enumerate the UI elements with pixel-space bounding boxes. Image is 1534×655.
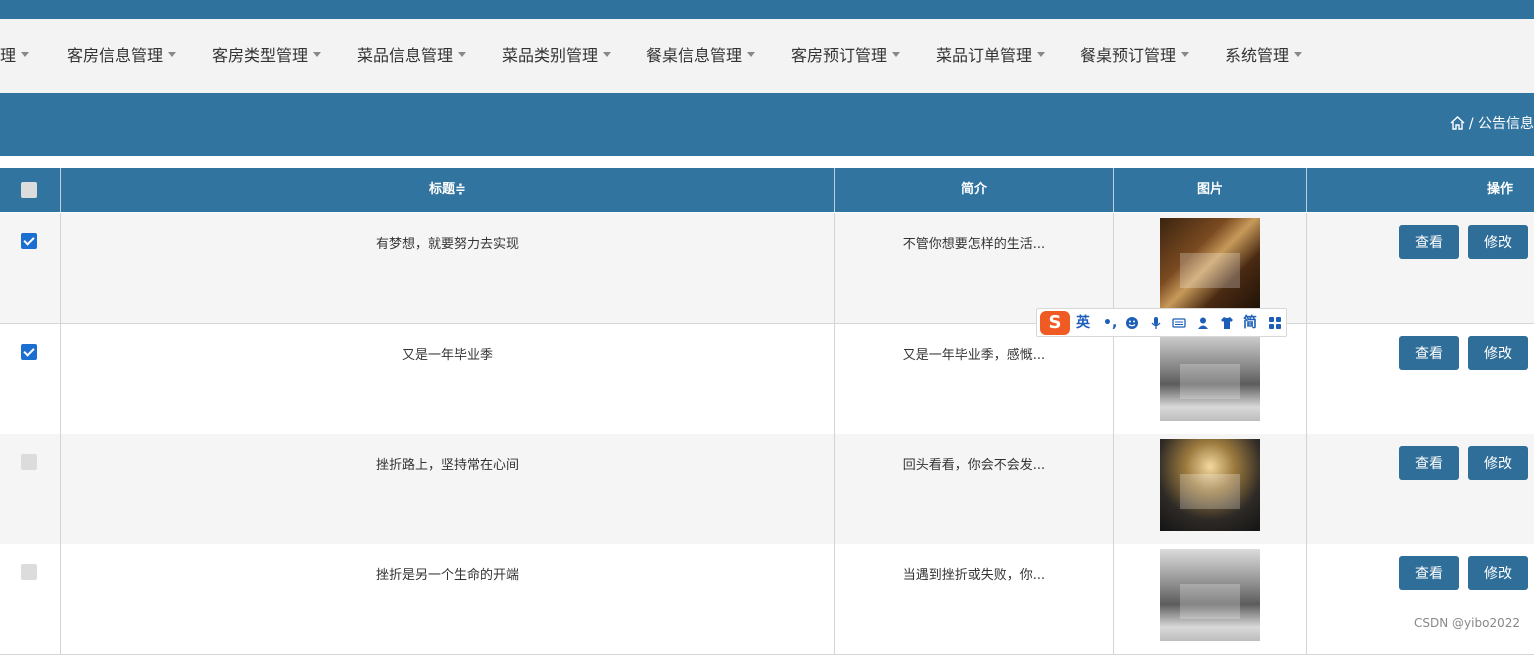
nav-item-partial[interactable]: 理 <box>0 19 30 93</box>
ime-punct-toggle[interactable]: •, <box>1103 309 1117 338</box>
keyboard-icon[interactable] <box>1172 316 1186 330</box>
row-summary: 当遇到挫折或失败，你... <box>902 568 1046 583</box>
row-checkbox[interactable] <box>21 344 37 360</box>
row-checkbox[interactable] <box>21 233 37 249</box>
edit-button[interactable]: 修改 <box>1468 336 1528 370</box>
edit-button[interactable]: 修改 <box>1468 225 1528 259</box>
caret-down-icon <box>21 52 30 57</box>
home-icon[interactable] <box>1450 116 1465 130</box>
table-header: 标题≑ 简介 图片 操作 <box>0 168 1534 212</box>
ime-lang-toggle[interactable]: 英 <box>1076 309 1090 338</box>
caret-down-icon <box>603 52 612 57</box>
header-summary: 简介 <box>960 182 987 197</box>
sort-icon: ≑ <box>455 182 466 197</box>
header-image: 图片 <box>1196 182 1223 197</box>
row-thumbnail <box>1160 329 1260 421</box>
caret-down-icon <box>1037 52 1046 57</box>
emoji-icon[interactable] <box>1125 316 1139 330</box>
caret-down-icon <box>168 52 177 57</box>
table-row: 又是一年毕业季 又是一年毕业季，感慨... 查看 修改 <box>0 324 1534 435</box>
row-title: 有梦想，就要努力去实现 <box>375 237 519 252</box>
ime-script-toggle[interactable]: 简 <box>1243 309 1257 338</box>
caret-down-icon <box>747 52 756 57</box>
edit-button[interactable]: 修改 <box>1468 446 1528 480</box>
select-all-checkbox[interactable] <box>21 182 37 198</box>
row-thumbnail <box>1160 549 1260 641</box>
caret-down-icon <box>892 52 901 57</box>
nav-item-system[interactable]: 系统管理 <box>1225 19 1303 93</box>
table-row: 挫折是另一个生命的开端 当遇到挫折或失败，你... 查看 修改 <box>0 544 1534 655</box>
table-row: 挫折路上，坚持常在心间 回头看看，你会不会发... 查看 修改 <box>0 434 1534 545</box>
nav-item-table-booking[interactable]: 餐桌预订管理 <box>1080 19 1190 93</box>
caret-down-icon <box>1294 52 1303 57</box>
top-header-bar <box>0 0 1534 19</box>
caret-down-icon <box>458 52 467 57</box>
breadcrumb-separator: / <box>1468 116 1474 132</box>
row-summary: 又是一年毕业季，感慨... <box>902 348 1046 363</box>
skin-shirt-icon[interactable] <box>1220 316 1234 330</box>
edit-button[interactable]: 修改 <box>1468 556 1528 590</box>
row-title: 挫折路上，坚持常在心间 <box>375 458 519 473</box>
main-nav: 理 客房信息管理 客房类型管理 菜品信息管理 菜品类别管理 餐桌信息管理 客房预… <box>0 19 1534 93</box>
table-row: 有梦想，就要努力去实现 不管你想要怎样的生活... 查看 修改 <box>0 213 1534 324</box>
row-checkbox[interactable] <box>21 564 37 580</box>
row-checkbox[interactable] <box>21 454 37 470</box>
user-icon[interactable] <box>1197 316 1211 330</box>
caret-down-icon <box>313 52 322 57</box>
view-button[interactable]: 查看 <box>1399 556 1459 590</box>
view-button[interactable]: 查看 <box>1399 225 1459 259</box>
breadcrumb: / 公告信息 <box>1450 93 1534 156</box>
ime-logo-icon[interactable]: S <box>1040 311 1070 335</box>
page-banner: / 公告信息 <box>0 93 1534 156</box>
nav-item-room-booking[interactable]: 客房预订管理 <box>791 19 901 93</box>
view-button[interactable]: 查看 <box>1399 446 1459 480</box>
row-summary: 不管你想要怎样的生活... <box>902 237 1046 252</box>
caret-down-icon <box>1181 52 1190 57</box>
nav-item-room-type[interactable]: 客房类型管理 <box>212 19 322 93</box>
row-thumbnail <box>1160 218 1260 310</box>
row-title: 又是一年毕业季 <box>401 348 493 363</box>
nav-item-table-info[interactable]: 餐桌信息管理 <box>646 19 756 93</box>
header-title[interactable]: 标题≑ <box>61 168 834 212</box>
ime-toolbar[interactable]: S 英 •, 简 <box>1036 308 1287 337</box>
nav-item-room-info[interactable]: 客房信息管理 <box>67 19 177 93</box>
row-title: 挫折是另一个生命的开端 <box>375 568 519 583</box>
nav-item-dish-info[interactable]: 菜品信息管理 <box>357 19 467 93</box>
header-actions: 操作 <box>1486 182 1513 197</box>
view-button[interactable]: 查看 <box>1399 336 1459 370</box>
toolbox-grid-icon[interactable] <box>1268 316 1282 330</box>
microphone-icon[interactable] <box>1149 316 1163 330</box>
watermark-text: CSDN @yibo2022 <box>1414 616 1520 630</box>
breadcrumb-current[interactable]: 公告信息 <box>1478 116 1534 132</box>
nav-item-dish-category[interactable]: 菜品类别管理 <box>502 19 612 93</box>
row-summary: 回头看看，你会不会发... <box>902 458 1046 473</box>
row-thumbnail <box>1160 439 1260 531</box>
nav-item-dish-order[interactable]: 菜品订单管理 <box>936 19 1046 93</box>
